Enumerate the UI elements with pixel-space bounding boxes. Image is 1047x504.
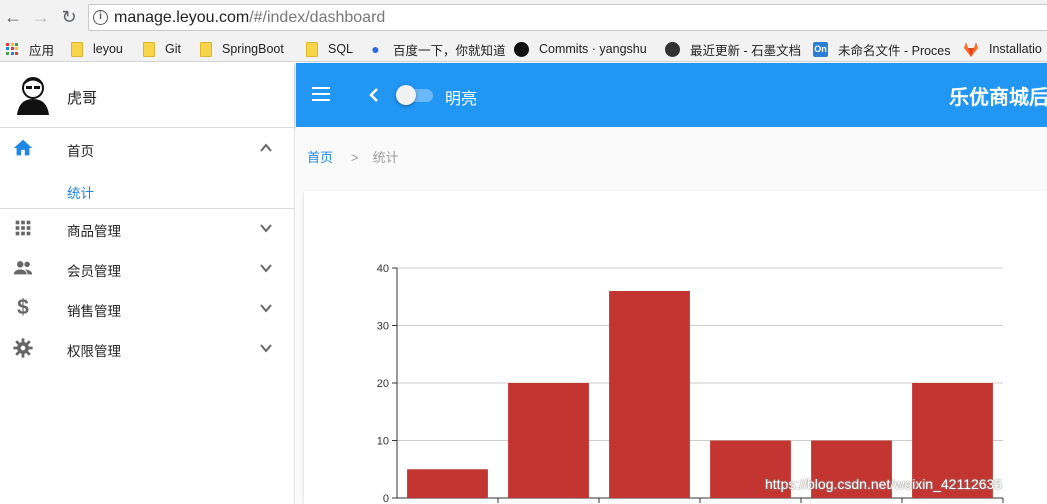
chart-card: 0 10 20 30 40: [304, 191, 1047, 504]
menu-label: 会员管理: [67, 264, 121, 279]
submenu-label: 统计: [67, 186, 94, 201]
dollar-icon: $: [17, 296, 29, 319]
y-tick-label: 40: [377, 263, 389, 275]
people-icon: [13, 261, 33, 275]
main-content: 首页 > 统计 0 10 20 30 40: [296, 127, 1047, 504]
site-info-icon[interactable]: i: [93, 10, 108, 25]
bookmark-apps[interactable]: 应用: [6, 39, 54, 59]
url-path: /#/index/dashboard: [249, 9, 386, 26]
toggle-knob: [396, 85, 416, 105]
user-profile[interactable]: 虎哥: [0, 63, 295, 128]
breadcrumb: 首页 > 统计: [307, 147, 399, 166]
bar-chart: 0 10 20 30 40: [377, 263, 1004, 504]
bookmark-shimo[interactable]: 最近更新 - 石墨文档: [665, 39, 801, 59]
bookmark-label: SpringBoot: [222, 42, 284, 56]
sidebar: 虎哥 首页 统计 商品管理 会员管理 $ 销售管理 权限管理: [0, 63, 295, 504]
folder-icon: [71, 41, 83, 57]
bar: [609, 291, 690, 498]
back-arrow-icon[interactable]: ←: [2, 6, 24, 28]
chevron-down-icon[interactable]: [258, 300, 274, 316]
menu-label: 权限管理: [67, 344, 121, 359]
y-tick-label: 0: [383, 493, 389, 504]
menu-toggle-icon[interactable]: [312, 87, 330, 101]
menu-item-permissions[interactable]: 权限管理: [0, 328, 295, 368]
menu-item-products[interactable]: 商品管理: [0, 208, 295, 248]
y-tick-label: 20: [377, 378, 389, 390]
bookmark-springboot[interactable]: SpringBoot: [200, 39, 284, 59]
collapse-chevron-left-icon[interactable]: [366, 86, 382, 104]
y-tick-label: 10: [377, 436, 389, 448]
menu-label: 首页: [67, 144, 94, 159]
folder-icon: [143, 41, 155, 57]
bar: [508, 383, 589, 498]
bookmark-github-commits[interactable]: Commits · yangshu: [514, 39, 647, 59]
bookmark-label: leyou: [93, 42, 123, 56]
apps-grid-icon: [6, 42, 19, 56]
y-tick-label: 30: [377, 321, 389, 333]
app-toolbar: 明亮 乐优商城后: [296, 63, 1047, 127]
breadcrumb-separator: >: [351, 150, 359, 165]
gear-icon: [13, 338, 33, 358]
app-title: 乐优商城后: [949, 87, 1047, 109]
apps-grid-icon: [15, 220, 31, 236]
bookmarks-bar: 应用 leyou Git SpringBoot SQL ● 百度一下，你就知道 …: [0, 36, 1047, 62]
menu-label: 销售管理: [67, 304, 121, 319]
watermark-text: https://blog.csdn.net/weixin_42112635: [765, 476, 1003, 492]
url-text: manage.leyou.com/#/index/dashboard: [114, 9, 385, 27]
bookmark-git[interactable]: Git: [143, 39, 181, 59]
bookmark-gitlab[interactable]: Installatio: [963, 39, 1042, 59]
theme-toggle-switch[interactable]: [396, 85, 434, 105]
bookmark-label: 未命名文件 - Proces: [838, 43, 951, 58]
reload-icon[interactable]: ↻: [58, 6, 80, 28]
github-icon: [514, 41, 529, 57]
folder-icon: [306, 41, 318, 57]
forward-arrow-icon[interactable]: →: [30, 6, 52, 28]
baidu-paw-icon: ●: [371, 40, 380, 57]
bookmark-label: Commits · yangshu: [539, 42, 647, 56]
bookmark-baidu[interactable]: ● 百度一下，你就知道: [368, 39, 506, 59]
breadcrumb-current: 统计: [372, 150, 399, 165]
chevron-down-icon[interactable]: [258, 220, 274, 236]
bookmark-label: 最近更新 - 石墨文档: [690, 43, 802, 58]
submenu-item-statistics[interactable]: 统计: [0, 171, 295, 209]
processon-icon: On: [813, 41, 828, 57]
avatar: [17, 77, 49, 115]
breadcrumb-home-link[interactable]: 首页: [307, 150, 333, 165]
home-icon: [13, 139, 33, 156]
bookmark-label: 应用: [29, 43, 55, 58]
menu-label: 商品管理: [67, 224, 121, 239]
chevron-up-icon[interactable]: [258, 140, 274, 156]
bookmark-label: SQL: [328, 42, 354, 56]
theme-label: 明亮: [445, 91, 478, 108]
gitlab-icon: [964, 41, 978, 57]
menu-item-members[interactable]: 会员管理: [0, 248, 295, 288]
url-host: manage.leyou.com: [114, 9, 250, 26]
bookmark-sql[interactable]: SQL: [306, 39, 353, 59]
shimo-icon: [665, 41, 680, 57]
bar: [407, 469, 488, 498]
menu-item-home[interactable]: 首页: [0, 128, 295, 168]
user-name: 虎哥: [67, 90, 98, 107]
chevron-down-icon[interactable]: [258, 340, 274, 356]
bookmark-label: 百度一下，你就知道: [393, 43, 506, 58]
bookmark-label: Installatio: [989, 42, 1042, 56]
menu-item-sales[interactable]: $ 销售管理: [0, 288, 295, 328]
chevron-down-icon[interactable]: [258, 260, 274, 276]
folder-icon: [200, 41, 212, 57]
bookmark-leyou[interactable]: leyou: [71, 39, 123, 59]
bookmark-label: Git: [165, 42, 181, 56]
bookmark-processon[interactable]: On 未命名文件 - Proces: [813, 39, 951, 59]
address-bar[interactable]: i manage.leyou.com/#/index/dashboard: [88, 4, 1047, 31]
browser-address-row: ← → ↻ i manage.leyou.com/#/index/dashboa…: [0, 0, 1047, 36]
